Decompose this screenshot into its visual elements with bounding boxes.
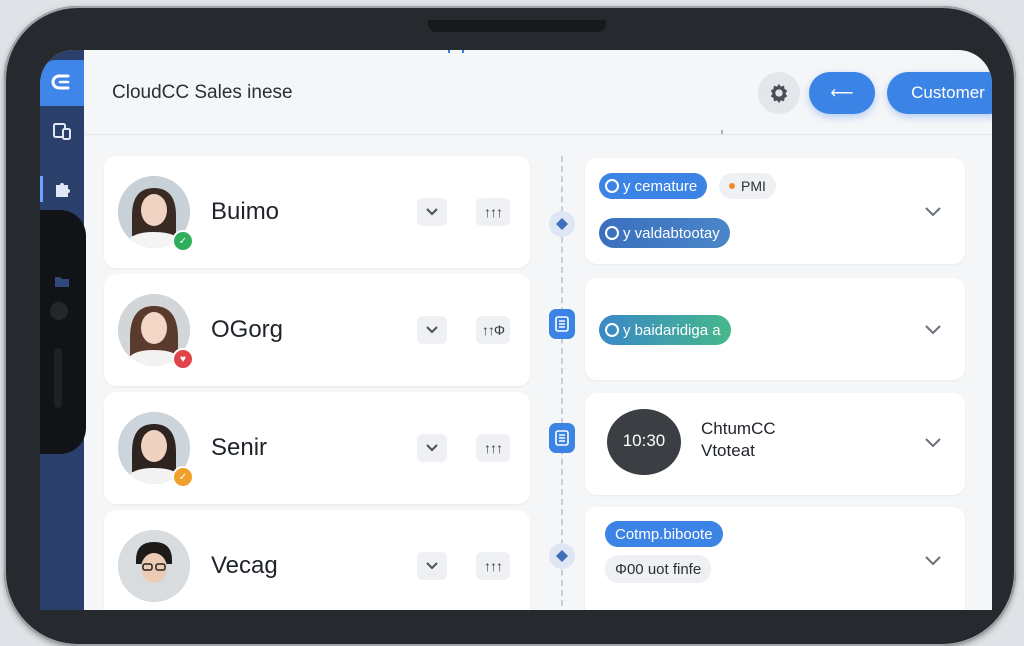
avatar [118, 530, 190, 602]
list-item[interactable]: ♥ OGorg ↑↑Φ [104, 274, 530, 386]
back-button[interactable]: ⟵ [809, 72, 875, 114]
document-icon [549, 309, 575, 339]
tag-label: Cotmp.biboote [615, 525, 713, 543]
tag-chip[interactable]: y cemature [599, 173, 708, 199]
chevron-down-icon[interactable] [923, 551, 943, 571]
document-icon [549, 423, 575, 453]
list-item[interactable]: ✓ Buimo ↑↑↑ [104, 156, 530, 268]
puzzle-icon[interactable] [40, 172, 84, 206]
video-thumbnail[interactable]: 10:30 [607, 409, 681, 475]
phone-frame: CloudCC Sales inese ⟵ Customer ✓ Buimo ↑… [4, 6, 1016, 646]
sort-button[interactable]: ↑↑↑ [476, 198, 510, 226]
chevron-down-icon[interactable] [923, 202, 943, 222]
tag-label: y baidaridiga a [623, 321, 721, 339]
timeline-card[interactable]: 10:30 ChtumCC Vtoteat [585, 393, 965, 495]
tag-icon [605, 226, 619, 240]
tag-label: y cemature [623, 177, 698, 195]
app-header: CloudCC Sales inese ⟵ Customer [84, 50, 992, 135]
page-title: CloudCC Sales inese [112, 82, 293, 103]
customer-button-label: Customer [911, 83, 985, 102]
timeline-card[interactable]: y baidaridiga a [585, 278, 965, 380]
chevron-down-icon[interactable] [923, 433, 943, 453]
timeline-card[interactable]: y cemature PMI y valdabtootay [585, 158, 965, 264]
tag-label: y valdabtootay [623, 224, 720, 242]
chevron-down-icon[interactable] [923, 320, 943, 340]
settings-button[interactable] [758, 72, 800, 114]
diamond-icon [549, 543, 575, 569]
meta-chip: PMI [719, 173, 776, 199]
meta-label: PMI [741, 178, 766, 194]
tag-chip[interactable]: y baidaridiga a [599, 315, 731, 345]
gear-icon [770, 83, 788, 104]
customer-button[interactable]: Customer [887, 72, 992, 114]
chevron-down-icon [426, 326, 438, 334]
status-badge: ✓ [172, 230, 194, 252]
tag-chip[interactable]: Cotmp.biboote [605, 521, 723, 547]
sidebar-rail [40, 50, 86, 610]
devices-icon[interactable] [40, 114, 84, 148]
tag-icon [605, 323, 619, 337]
contact-name: Buimo [211, 198, 280, 225]
expand-button[interactable] [417, 198, 447, 226]
sort-button[interactable]: ↑↑Φ [476, 316, 510, 344]
chevron-down-icon [426, 444, 438, 452]
tag-chip[interactable]: y valdabtootay [599, 218, 730, 248]
expand-button[interactable] [417, 434, 447, 462]
chevron-down-icon [426, 208, 438, 216]
timeline-card[interactable]: Cotmp.biboote Φ00 uot finfe [585, 507, 965, 610]
contact-name: Senir [211, 434, 268, 461]
video-duration: 10:30 [622, 431, 666, 450]
app-screen: CloudCC Sales inese ⟵ Customer ✓ Buimo ↑… [40, 50, 992, 610]
tag-icon [605, 179, 619, 193]
priority-dot [729, 183, 735, 189]
list-item[interactable]: Vecag ↑↑↑ [104, 510, 530, 610]
divider-tick [721, 130, 723, 134]
phone-notch [428, 20, 606, 32]
info-chip[interactable]: Φ00 uot finfe [605, 555, 712, 583]
folder-icon[interactable] [40, 266, 84, 296]
record-icon[interactable] [50, 302, 68, 320]
video-title: ChtumCC [701, 419, 776, 438]
info-label: Φ00 uot finfe [615, 560, 702, 578]
phone-side-bezel [40, 210, 86, 454]
status-badge: ✓ [172, 466, 194, 488]
logo-icon[interactable] [40, 60, 84, 106]
video-subtitle: Vtoteat [701, 441, 755, 460]
sort-button[interactable]: ↑↑↑ [476, 434, 510, 462]
diamond-icon [549, 211, 575, 237]
status-badge: ♥ [172, 348, 194, 370]
expand-button[interactable] [417, 316, 447, 344]
list-item[interactable]: ✓ Senir ↑↑↑ [104, 392, 530, 504]
back-arrow-icon: ⟵ [830, 85, 854, 102]
side-slider [54, 348, 62, 408]
chevron-down-icon [426, 562, 438, 570]
contact-name: OGorg [211, 316, 284, 343]
